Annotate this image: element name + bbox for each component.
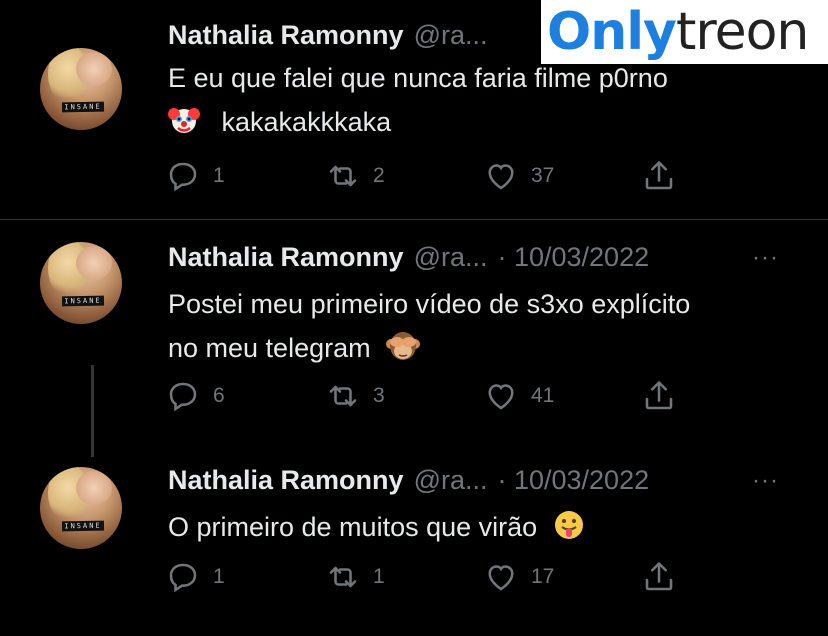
author-handle[interactable]: @ra... [414, 20, 488, 51]
tweet-3[interactable]: INSANE Nathalia Ramonny @ra... · 10/03/2… [0, 445, 828, 636]
reply-icon [169, 563, 197, 593]
tweet-text: E eu que falei que nunca faria filme p0r… [168, 56, 788, 149]
avatar-censor-label: INSANE [61, 295, 105, 307]
heart-icon [488, 384, 514, 410]
thread-connector-line [91, 365, 94, 457]
tweet-actions: 1 2 37 [165, 158, 725, 198]
share-icon [645, 562, 673, 591]
avatar-censor-label: INSANE [61, 101, 105, 113]
see-no-evil-monkey-icon [386, 330, 421, 375]
tweet-header: Nathalia Ramonny @ra... · 10/03/2022 [168, 465, 649, 496]
retweet-icon [329, 566, 357, 588]
retweet-button[interactable]: 1 [325, 559, 385, 595]
tweet-header: Nathalia Ramonny @ra... [168, 20, 487, 51]
like-count: 41 [531, 384, 555, 407]
reply-count: 1 [213, 565, 225, 588]
like-button[interactable]: 37 [483, 158, 554, 194]
like-count: 37 [531, 164, 555, 187]
share-icon [645, 161, 673, 190]
face-with-tongue-icon [553, 509, 585, 554]
tweet-text: Postei meu primeiro vídeo de s3xo explíc… [168, 282, 788, 375]
share-button[interactable] [641, 378, 677, 414]
tweet-text: O primeiro de muitos que virão [168, 505, 788, 554]
avatar[interactable]: INSANE [40, 48, 122, 130]
heart-icon [488, 164, 514, 190]
more-options-icon[interactable]: ··· [752, 467, 779, 495]
retweet-button[interactable]: 2 [325, 158, 385, 194]
like-button[interactable]: 17 [483, 559, 554, 595]
reply-icon [169, 382, 197, 412]
reply-count: 1 [213, 164, 225, 187]
reply-icon [169, 162, 197, 192]
tweet-actions: 6 3 41 [165, 378, 725, 418]
watermark-logo: Only treon [541, 0, 828, 64]
reply-count: 6 [213, 384, 225, 407]
avatar-censor-label: INSANE [61, 520, 105, 532]
reply-button[interactable]: 6 [165, 378, 225, 414]
avatar[interactable]: INSANE [40, 467, 122, 549]
avatar[interactable]: INSANE [40, 242, 122, 324]
author-name[interactable]: Nathalia Ramonny [168, 465, 404, 496]
heart-icon [488, 565, 514, 591]
share-icon [645, 381, 673, 410]
share-button[interactable] [641, 559, 677, 595]
clown-face-icon [168, 104, 200, 149]
tweet-header: Nathalia Ramonny @ra... · 10/03/2022 [168, 242, 649, 273]
like-count: 17 [531, 565, 555, 588]
author-handle[interactable]: @ra... [414, 242, 488, 273]
reply-button[interactable]: 1 [165, 559, 225, 595]
tweet-date[interactable]: · 10/03/2022 [497, 242, 649, 273]
retweet-button[interactable]: 3 [325, 378, 385, 414]
retweet-count: 3 [373, 384, 385, 407]
retweet-count: 2 [373, 164, 385, 187]
tweet-date[interactable]: · 10/03/2022 [497, 465, 649, 496]
share-button[interactable] [641, 158, 677, 194]
author-handle[interactable]: @ra... [414, 465, 488, 496]
retweet-count: 1 [373, 565, 385, 588]
author-name[interactable]: Nathalia Ramonny [168, 20, 404, 51]
reply-button[interactable]: 1 [165, 158, 225, 194]
like-button[interactable]: 41 [483, 378, 554, 414]
tweet-actions: 1 1 17 [165, 559, 725, 599]
more-options-icon[interactable]: ··· [752, 244, 779, 272]
retweet-icon [329, 165, 357, 187]
author-name[interactable]: Nathalia Ramonny [168, 242, 404, 273]
tweet-2[interactable]: INSANE Nathalia Ramonny @ra... · 10/03/2… [0, 220, 828, 450]
retweet-icon [329, 385, 357, 407]
